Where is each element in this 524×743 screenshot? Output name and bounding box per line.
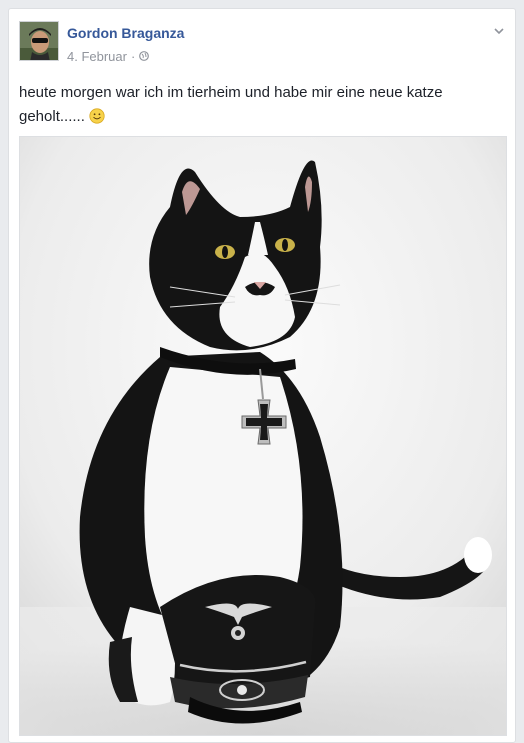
post-header: Gordon Braganza 4. Februar ·	[19, 21, 507, 69]
author-name[interactable]: Gordon Braganza	[67, 25, 184, 41]
post-message-text: heute morgen war ich im tierheim und hab…	[19, 84, 443, 125]
post-date[interactable]: 4. Februar	[67, 49, 127, 64]
post-message: heute morgen war ich im tierheim und hab…	[19, 81, 489, 132]
post-photo[interactable]	[19, 136, 507, 736]
post-card: Gordon Braganza 4. Februar · heute morge…	[8, 8, 516, 743]
chevron-down-icon[interactable]	[491, 23, 507, 39]
meta-separator: ·	[130, 49, 136, 64]
smiley-emoji	[89, 108, 105, 132]
cat-photo-illustration	[20, 137, 506, 735]
post-meta: 4. Februar ·	[67, 49, 150, 64]
globe-icon[interactable]	[139, 49, 150, 64]
author-avatar[interactable]	[19, 21, 59, 61]
